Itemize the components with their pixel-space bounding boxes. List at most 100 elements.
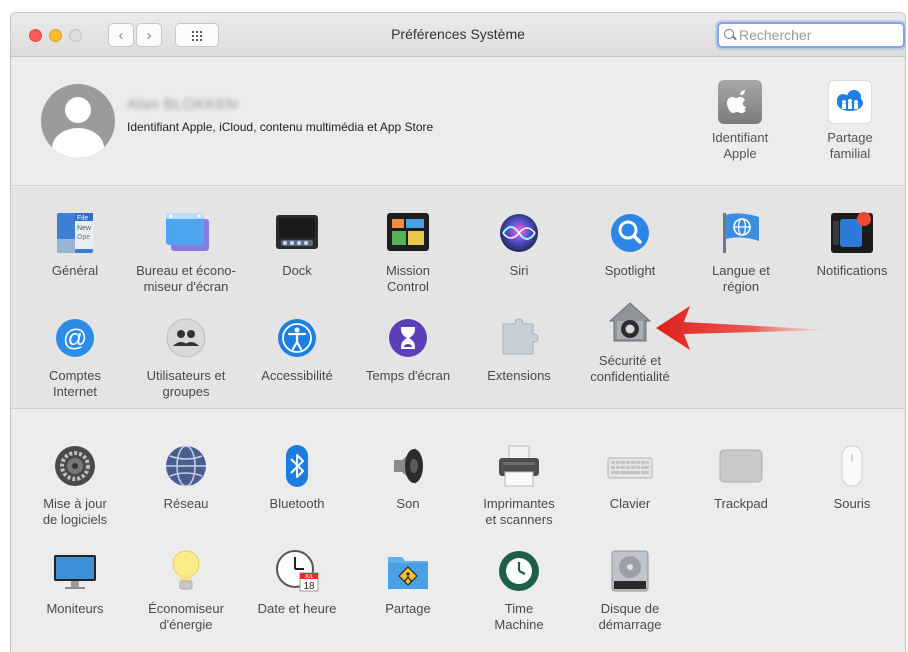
red-arrow-icon — [656, 306, 832, 350]
pane-network[interactable]: Réseau — [131, 442, 241, 512]
pane-label: Disque de démarrage — [598, 601, 662, 632]
pane-label: Time Machine — [494, 601, 544, 632]
pane-energy-saver[interactable]: Économiseur d'énergie — [131, 547, 241, 633]
spotlight-icon — [606, 209, 654, 257]
pane-label: Souris — [833, 496, 871, 511]
general-icon: File New Ope — [51, 209, 99, 257]
pane-dock[interactable]: Dock — [242, 209, 352, 279]
pane-label: Mise à jour de logiciels — [42, 496, 108, 527]
pane-internet-accounts[interactable]: @ Comptes Internet — [20, 314, 130, 400]
sharing-icon — [384, 547, 432, 595]
title-bar: ‹ › Préférences Système — [11, 13, 905, 57]
accessibility-icon — [273, 314, 321, 362]
pane-users-groups[interactable]: Utilisateurs et groupes — [131, 314, 241, 400]
account-user-name: Alan BLOKKEN — [127, 96, 239, 113]
pane-trackpad[interactable]: Trackpad — [686, 442, 796, 512]
pane-label: Accessibilité — [261, 368, 333, 383]
pane-label: Date et heure — [257, 601, 337, 616]
displays-icon — [51, 547, 99, 595]
search-icon — [723, 28, 737, 42]
pane-label: Extensions — [487, 368, 551, 383]
pane-sharing[interactable]: Partage — [353, 547, 463, 617]
desktop-screensaver-icon — [162, 209, 210, 257]
network-icon — [162, 442, 210, 490]
svg-text:Ope: Ope — [77, 234, 90, 241]
pane-startup-disk[interactable]: Disque de démarrage — [575, 547, 685, 633]
search-input[interactable] — [739, 27, 899, 43]
apple-id-icon — [718, 80, 762, 124]
dock-icon — [273, 209, 321, 257]
calendar-day: 18 — [303, 581, 315, 592]
pane-label: Bureau et écono- miseur d'écran — [136, 263, 236, 294]
screen-time-icon — [384, 314, 432, 362]
trackpad-icon — [717, 442, 765, 490]
pane-label: Économiseur d'énergie — [148, 601, 224, 632]
pane-desktop-screensaver[interactable]: Bureau et écono- miseur d'écran — [131, 209, 241, 295]
pane-label: Partage familial — [827, 130, 873, 161]
pane-label: Son — [396, 496, 420, 511]
printers-scanners-icon — [495, 442, 543, 490]
pane-label: Comptes Internet — [48, 368, 102, 399]
pane-label: Mission Control — [385, 263, 431, 294]
pane-spotlight[interactable]: Spotlight — [575, 209, 685, 279]
pane-mouse[interactable]: Souris — [797, 442, 905, 512]
security-privacy-icon — [606, 299, 654, 347]
pane-general[interactable]: File New Ope Général — [20, 209, 130, 279]
pane-printers-scanners[interactable]: Imprimantes et scanners — [464, 442, 574, 528]
mission-control-icon — [384, 209, 432, 257]
search-field[interactable] — [717, 22, 905, 48]
pane-label: Utilisateurs et groupes — [146, 368, 226, 399]
pane-extensions[interactable]: Extensions — [464, 314, 574, 384]
internet-accounts-icon: @ — [51, 314, 99, 362]
pane-apple-id[interactable]: Identifiant Apple — [695, 80, 785, 162]
pane-mission-control[interactable]: Mission Control — [353, 209, 463, 295]
pane-label: Bluetooth — [269, 496, 325, 511]
pane-family-sharing[interactable]: Partage familial — [805, 80, 895, 162]
pane-displays[interactable]: Moniteurs — [20, 547, 130, 617]
svg-text:File: File — [77, 215, 88, 222]
avatar[interactable] — [41, 84, 115, 158]
bluetooth-icon — [273, 442, 321, 490]
pane-label: Notifications — [816, 263, 888, 278]
keyboard-icon — [606, 442, 654, 490]
pane-language-region[interactable]: Langue et région — [686, 209, 796, 295]
pane-label: Réseau — [163, 496, 209, 511]
pane-label: Langue et région — [712, 263, 770, 294]
pane-label: Spotlight — [604, 263, 656, 278]
svg-text:@: @ — [63, 325, 87, 352]
pane-bluetooth[interactable]: Bluetooth — [242, 442, 352, 512]
pane-date-time[interactable]: JUL 18 Date et heure — [242, 547, 352, 617]
time-machine-icon — [495, 547, 543, 595]
svg-text:New: New — [77, 225, 92, 232]
pane-accessibility[interactable]: Accessibilité — [242, 314, 352, 384]
pane-label: Temps d'écran — [365, 368, 451, 383]
pane-label: Dock — [282, 263, 312, 278]
pane-label: Identifiant Apple — [711, 130, 769, 161]
pane-notifications[interactable]: Notifications — [797, 209, 905, 279]
pane-keyboard[interactable]: Clavier — [575, 442, 685, 512]
family-sharing-icon — [828, 80, 872, 124]
calendar-month: JUL — [305, 574, 314, 580]
pane-label: Trackpad — [714, 496, 768, 511]
siri-icon — [495, 209, 543, 257]
pane-label: Siri — [509, 263, 529, 278]
date-time-icon: JUL 18 — [273, 547, 321, 595]
pane-siri[interactable]: Siri — [464, 209, 574, 279]
notifications-icon — [828, 209, 876, 257]
pane-screen-time[interactable]: Temps d'écran — [353, 314, 463, 384]
pane-label: Partage — [385, 601, 431, 616]
startup-disk-icon — [606, 547, 654, 595]
language-region-icon — [717, 209, 765, 257]
pane-sound[interactable]: Son — [353, 442, 463, 512]
pane-label: Moniteurs — [46, 601, 104, 616]
pane-label: Sécurité et confidentialité — [590, 353, 670, 384]
energy-saver-icon — [162, 547, 210, 595]
account-subtitle: Identifiant Apple, iCloud, contenu multi… — [127, 120, 434, 134]
pane-software-update[interactable]: Mise à jour de logiciels — [20, 442, 130, 528]
sound-icon — [384, 442, 432, 490]
pane-time-machine[interactable]: Time Machine — [464, 547, 574, 633]
mouse-icon — [828, 442, 876, 490]
apple-account-header[interactable]: Alan BLOKKEN Identifiant Apple, iCloud, … — [11, 58, 905, 186]
software-update-icon — [51, 442, 99, 490]
preferences-section-hardware: Mise à jour de logiciels Réseau Bluetoot… — [11, 410, 905, 652]
